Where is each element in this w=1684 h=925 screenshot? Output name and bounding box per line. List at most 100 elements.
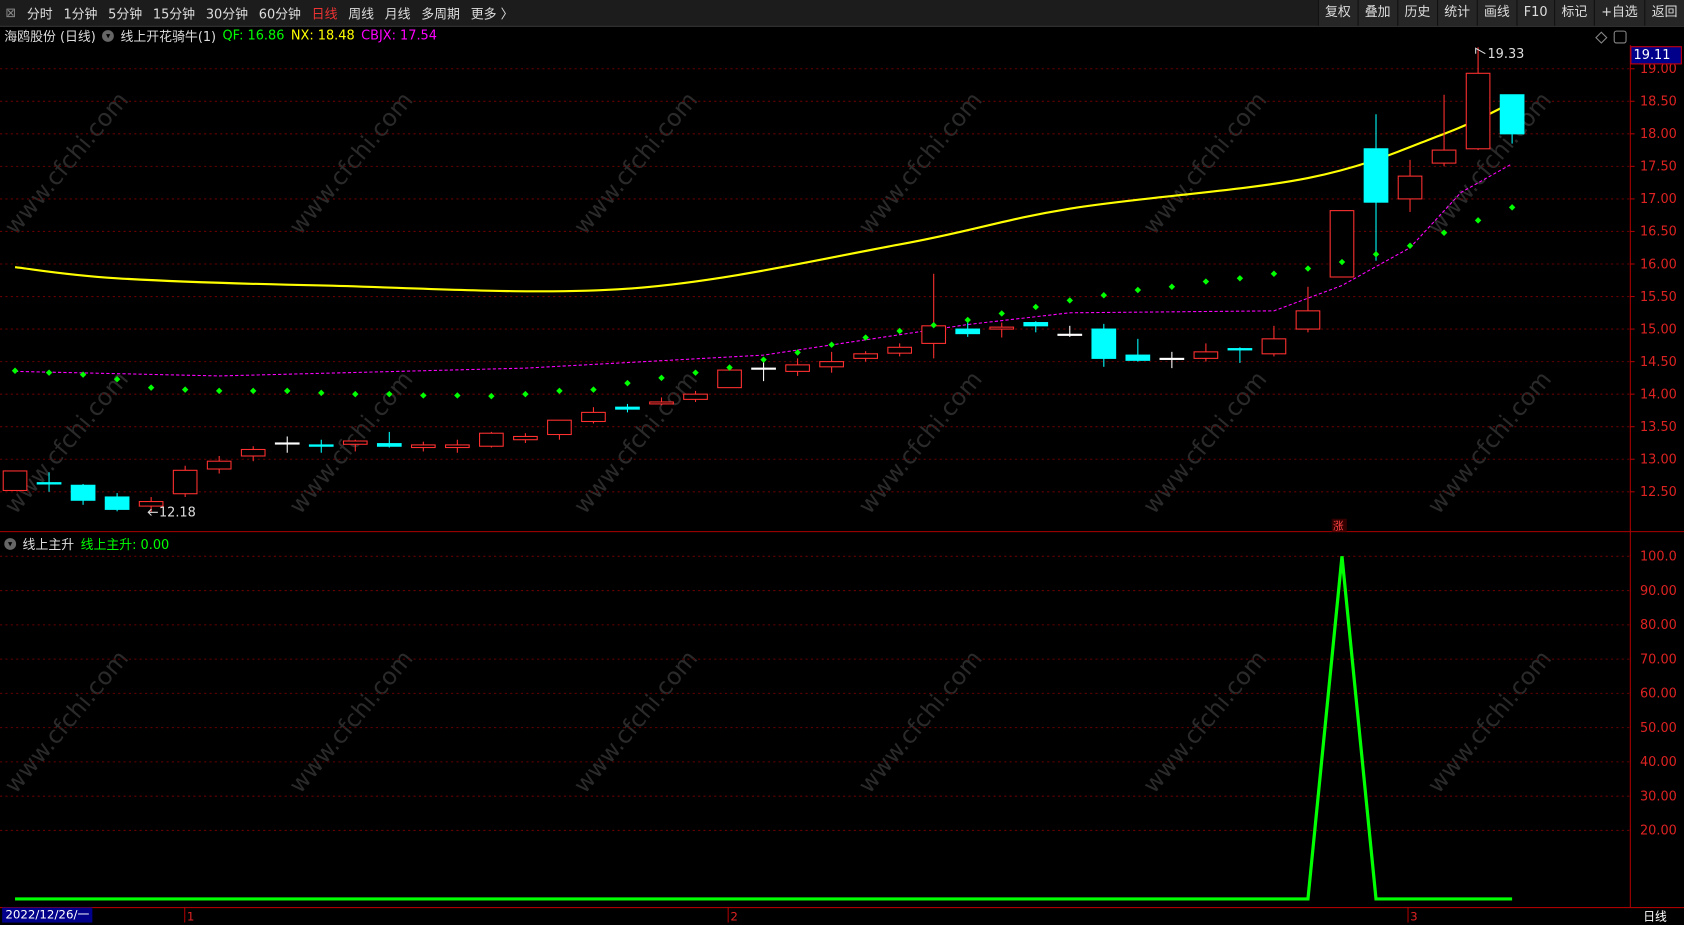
month-label: 2 (730, 909, 738, 922)
qf-dot (215, 387, 223, 395)
candle (649, 397, 674, 406)
candle (513, 433, 538, 443)
candle (1295, 286, 1321, 333)
candle-body (104, 496, 130, 510)
qf-dot (1168, 283, 1176, 290)
price-axis-label: 18.00 (1640, 127, 1677, 142)
candle (887, 343, 913, 357)
qf-dot (45, 369, 53, 376)
candle-body (717, 369, 742, 389)
candle-body (1091, 328, 1117, 359)
candle (1499, 94, 1525, 144)
candle (240, 446, 266, 462)
candle-body (683, 393, 708, 400)
month-label: 1 (187, 909, 195, 922)
candle-body (274, 442, 300, 445)
candle-body (853, 353, 878, 359)
sub-axis-label: 70.00 (1640, 652, 1677, 667)
qf-dot (828, 341, 835, 348)
candle (683, 390, 708, 402)
candle-body (751, 367, 776, 370)
candle (581, 407, 606, 424)
sub-axis-label: 40.00 (1640, 755, 1677, 770)
candle-body (1397, 175, 1423, 200)
nx-line (14, 101, 1513, 293)
candle-body (547, 419, 572, 436)
candle-body (1227, 348, 1253, 351)
signal-mark: 涨 (1333, 519, 1344, 532)
price-axis-label: 14.50 (1640, 355, 1677, 370)
candle (1091, 323, 1117, 367)
candle-body (1363, 148, 1389, 203)
diamond-icon (1595, 31, 1608, 44)
candle (1193, 343, 1219, 362)
qf-dot (147, 384, 155, 391)
low-arrow-icon (147, 508, 158, 516)
cursor-date: 2022/12/26/一 (2, 907, 93, 923)
qf-dot (692, 369, 699, 376)
candle-body (1465, 72, 1491, 150)
qf-dot (658, 374, 665, 382)
qf-dot (420, 392, 427, 399)
candle (1159, 351, 1185, 369)
candle (717, 368, 742, 389)
candle-body (376, 443, 402, 447)
candle-body (240, 448, 266, 457)
candle (308, 439, 334, 453)
month-label: 3 (1410, 909, 1418, 922)
candle (853, 351, 878, 362)
candle (615, 403, 640, 413)
price-axis-label: 18.50 (1640, 95, 1677, 110)
candle-body (1159, 357, 1185, 360)
price-axis-label: 13.50 (1640, 420, 1677, 435)
sub-axis-label: 50.00 (1640, 721, 1677, 736)
qf-dot (1440, 229, 1448, 236)
qf-dot (998, 310, 1005, 317)
candle-body (1499, 94, 1525, 135)
candle-body (785, 364, 810, 372)
candle-body (36, 482, 62, 485)
candle (1057, 325, 1083, 337)
sub-axis-label: 90.00 (1640, 584, 1677, 599)
high-price-label: 19.33 (1487, 47, 1524, 62)
candle-body (308, 444, 334, 447)
candle-body (1295, 310, 1321, 330)
qf-dot (1066, 297, 1074, 304)
candle (2, 470, 28, 492)
qf-dot (590, 386, 597, 393)
qf-dot (1134, 286, 1142, 294)
chart-canvas[interactable]: 19.0018.5018.0017.5017.0016.5016.0015.50… (0, 0, 1684, 923)
price-axis-label: 15.50 (1640, 290, 1677, 305)
price-axis-label: 17.50 (1640, 160, 1677, 175)
low-price-label: 12.18 (159, 506, 196, 521)
candle-body (989, 326, 1015, 330)
candle-body (513, 435, 538, 441)
candle-body (206, 460, 232, 470)
candle (70, 483, 96, 505)
qf-dot (522, 390, 529, 398)
qf-dot (284, 387, 291, 395)
candle (547, 419, 572, 440)
candle (955, 322, 981, 337)
price-axis-label: 17.00 (1640, 192, 1677, 207)
price-axis-label: 14.00 (1640, 387, 1677, 402)
qf-dot (181, 386, 189, 393)
candle-body (921, 325, 947, 344)
candle (1397, 159, 1423, 212)
qf-dot (1474, 217, 1482, 224)
sub-axis-label: 80.00 (1640, 618, 1677, 633)
candle-body (2, 470, 28, 492)
qf-dot (964, 316, 971, 324)
qf-dot (1270, 270, 1278, 277)
qf-dot (352, 390, 359, 398)
candle-body (479, 432, 504, 447)
qf-dot (454, 392, 461, 399)
candle (921, 273, 947, 359)
qf-dot (624, 379, 631, 387)
qf-dot (1372, 251, 1380, 258)
qf-dot (556, 387, 563, 395)
qf-dot (1508, 204, 1516, 211)
candle-body (342, 440, 368, 445)
qf-dot (386, 390, 393, 398)
candle (785, 358, 810, 376)
